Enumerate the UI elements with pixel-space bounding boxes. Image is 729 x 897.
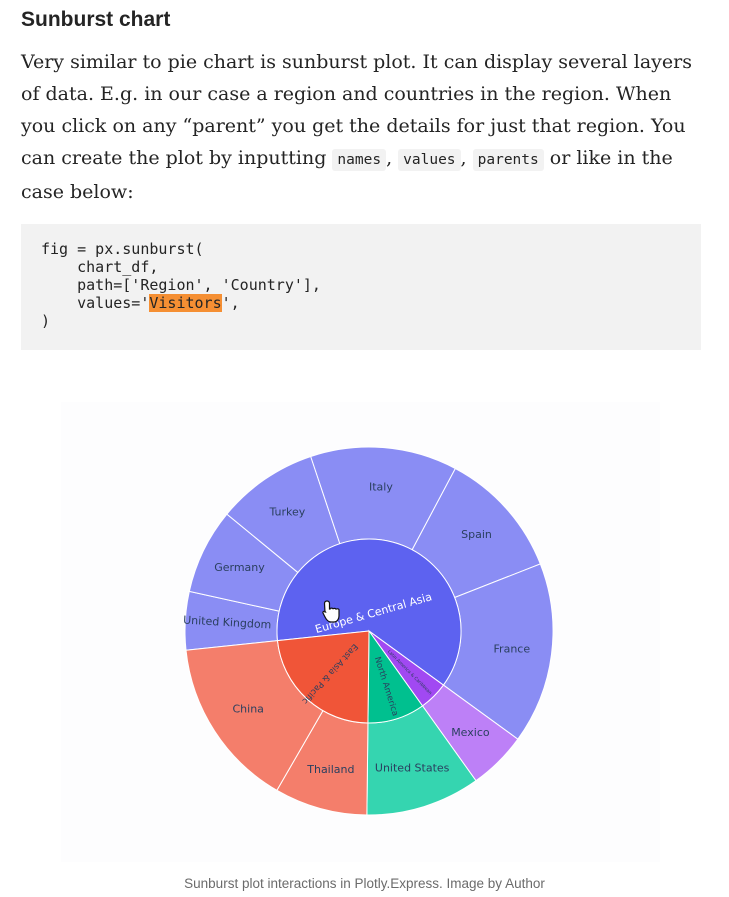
sunburst-chart: United KingdomGermanyTurkeyItalySpainFra… bbox=[183, 446, 554, 816]
code-content: fig = px.sunburst( chart_df, path=['Regi… bbox=[21, 224, 701, 330]
code-line: fig = px.sunburst( bbox=[41, 240, 204, 258]
outer-segment-label: Turkey bbox=[268, 505, 305, 518]
inline-code-values: values bbox=[398, 149, 461, 171]
outer-segment-label: Thailand bbox=[306, 763, 354, 776]
sunburst-figure: United Kingdom Germany Turkey Italy Spain Fra… bbox=[61, 402, 660, 862]
code-line: ', bbox=[221, 294, 240, 312]
figure-caption: Sunburst plot interactions in Plotly.Exp… bbox=[184, 876, 545, 891]
outer-segment-label: Germany bbox=[214, 561, 265, 574]
code-line: path=['Region', 'Country'], bbox=[41, 276, 321, 294]
separator: , bbox=[460, 147, 473, 169]
code-line: chart_df, bbox=[41, 258, 159, 276]
outer-segment-label: United States bbox=[375, 761, 450, 774]
inline-code-parents: parents bbox=[472, 149, 544, 171]
inline-code-names: names bbox=[332, 149, 387, 171]
code-line: values=' bbox=[41, 294, 150, 312]
separator: , bbox=[386, 147, 399, 169]
outer-segment-label: France bbox=[494, 642, 531, 655]
outer-segment-label: Italy bbox=[369, 480, 393, 493]
outer-segment-label: China bbox=[232, 702, 263, 715]
section-heading: Sunburst chart bbox=[21, 8, 171, 31]
outer-segment-label: Spain bbox=[461, 528, 492, 541]
outer-segment-label: Mexico bbox=[451, 726, 490, 739]
intro-paragraph: Very similar to pie chart is sunburst pl… bbox=[21, 46, 711, 208]
code-line: ) bbox=[41, 312, 51, 330]
code-highlight: Visitors bbox=[149, 294, 222, 312]
code-block: fig = px.sunburst( chart_df, path=['Regi… bbox=[21, 224, 701, 350]
